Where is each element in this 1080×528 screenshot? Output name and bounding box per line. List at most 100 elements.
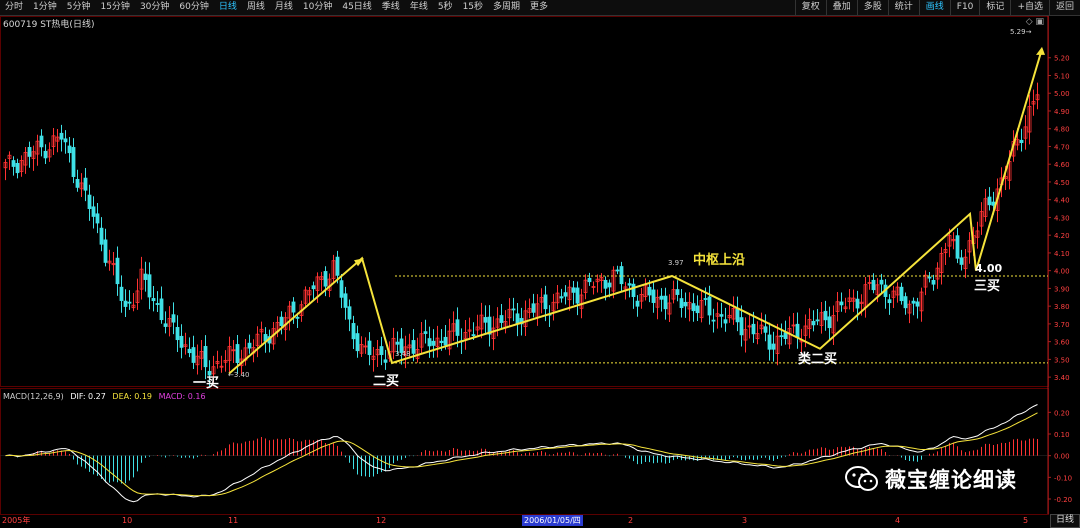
y-tick-label: 4.80 bbox=[1054, 126, 1070, 134]
candle-body bbox=[179, 335, 184, 348]
y-tick-label: 3.70 bbox=[1054, 321, 1070, 329]
macd-name: MACD(12,26,9) bbox=[3, 392, 64, 401]
candle-body bbox=[203, 346, 208, 368]
candle-body bbox=[311, 285, 316, 290]
candlestick-chart[interactable]: 5.20 5.10 5.00 4.90 4.80 4.70 4.60 4.50 4.40 4.30… bbox=[0, 0, 1080, 526]
candle-body bbox=[155, 303, 160, 305]
candle-body bbox=[411, 340, 416, 354]
candle-body bbox=[143, 273, 148, 280]
candle-body bbox=[163, 323, 168, 327]
x-axis-label: 2006/01/05/四 bbox=[522, 515, 583, 526]
candle-body bbox=[147, 274, 152, 298]
y-tick-label: 4.20 bbox=[1054, 232, 1070, 240]
candle-body bbox=[631, 283, 636, 298]
candle-body bbox=[63, 138, 68, 143]
wechat-icon bbox=[845, 466, 879, 492]
candle-body bbox=[99, 227, 104, 245]
y-tick-label: 4.10 bbox=[1054, 250, 1070, 258]
candle-body bbox=[899, 286, 904, 302]
y-tick-label: 5.10 bbox=[1054, 72, 1070, 80]
candle-body bbox=[707, 296, 712, 316]
candle-body bbox=[159, 298, 164, 321]
y-tick-label: 5.00 bbox=[1054, 90, 1070, 98]
candle-body bbox=[559, 296, 564, 299]
candle-body bbox=[395, 341, 400, 345]
candle-body bbox=[675, 289, 680, 295]
y-tick-label: 4.30 bbox=[1054, 214, 1070, 222]
candle-body bbox=[11, 160, 16, 167]
x-axis-label: 4 bbox=[895, 516, 901, 525]
candle-body bbox=[427, 338, 432, 347]
candle-body bbox=[335, 256, 340, 276]
macd-frame bbox=[0, 388, 1049, 515]
candle-body bbox=[783, 332, 788, 339]
candle-body bbox=[151, 298, 156, 302]
candle-body bbox=[511, 308, 516, 311]
candle-body bbox=[987, 196, 992, 206]
y-tick-label: 4.70 bbox=[1054, 143, 1070, 151]
macd-tick-label: 0.00 bbox=[1054, 453, 1070, 461]
candle-body bbox=[235, 344, 240, 363]
candle-body bbox=[91, 206, 96, 217]
candle-body bbox=[351, 323, 356, 340]
macd-tick-label: -0.20 bbox=[1054, 496, 1072, 504]
candle-body bbox=[443, 336, 448, 346]
candle-body bbox=[603, 279, 608, 289]
x-axis-label: 2005年 bbox=[2, 516, 31, 525]
macd-dif: DIF: 0.27 bbox=[70, 392, 106, 401]
candle-body bbox=[67, 145, 72, 154]
macd-tick-label: -0.10 bbox=[1054, 474, 1072, 482]
candle-body bbox=[659, 295, 664, 300]
y-tick-label: 4.50 bbox=[1054, 179, 1070, 187]
candle-body bbox=[751, 323, 756, 335]
candle-body bbox=[879, 279, 884, 285]
candle-body bbox=[827, 316, 832, 329]
trend-line bbox=[228, 48, 1043, 375]
candle-body bbox=[855, 298, 860, 309]
candle-body bbox=[735, 308, 740, 323]
candle-body bbox=[439, 340, 444, 344]
candle-body bbox=[811, 321, 816, 326]
candle-body bbox=[679, 298, 684, 309]
candle-body bbox=[323, 271, 328, 287]
candle-body bbox=[499, 315, 504, 323]
candle-body bbox=[651, 289, 656, 303]
candle-body bbox=[563, 292, 568, 297]
candle-body bbox=[915, 301, 920, 307]
price-label-397: 3.97 bbox=[668, 259, 684, 267]
candle-body bbox=[703, 298, 708, 300]
candle-body bbox=[779, 335, 784, 338]
y-tick-label: 5.20 bbox=[1054, 55, 1070, 63]
candle-body bbox=[619, 266, 624, 285]
candle-body bbox=[291, 301, 296, 313]
candle-body bbox=[431, 340, 436, 346]
watermark: 薇宝缠论细读 bbox=[845, 464, 1017, 494]
x-axis-label: 10 bbox=[122, 516, 133, 525]
candle-body bbox=[355, 333, 360, 352]
annotation-buy3: 三买 bbox=[974, 279, 1001, 294]
candle-body bbox=[911, 300, 916, 304]
candle-body bbox=[607, 282, 612, 288]
trend-arrow bbox=[1036, 46, 1045, 55]
candle-body bbox=[571, 287, 576, 293]
candle-body bbox=[39, 135, 44, 148]
candle-body bbox=[691, 303, 696, 312]
y-tick-label: 4.40 bbox=[1054, 197, 1070, 205]
candle-body bbox=[627, 283, 632, 286]
candle-body bbox=[771, 343, 776, 350]
candle-body bbox=[587, 277, 592, 283]
watermark-text: 薇宝缠论细读 bbox=[885, 468, 1017, 492]
candle-body bbox=[423, 331, 428, 334]
candle-body bbox=[343, 293, 348, 308]
candle-body bbox=[483, 317, 488, 323]
candle-body bbox=[739, 317, 744, 336]
candle-body bbox=[75, 178, 80, 188]
y-tick-label: 4.00 bbox=[1054, 268, 1070, 276]
y-tick-label: 3.60 bbox=[1054, 339, 1070, 347]
candle-body bbox=[711, 319, 716, 322]
candle-body bbox=[115, 257, 120, 285]
candle-body bbox=[635, 300, 640, 307]
candle-body bbox=[59, 132, 64, 140]
y-tick-label: 4.90 bbox=[1054, 108, 1070, 116]
candle-body bbox=[531, 303, 536, 313]
